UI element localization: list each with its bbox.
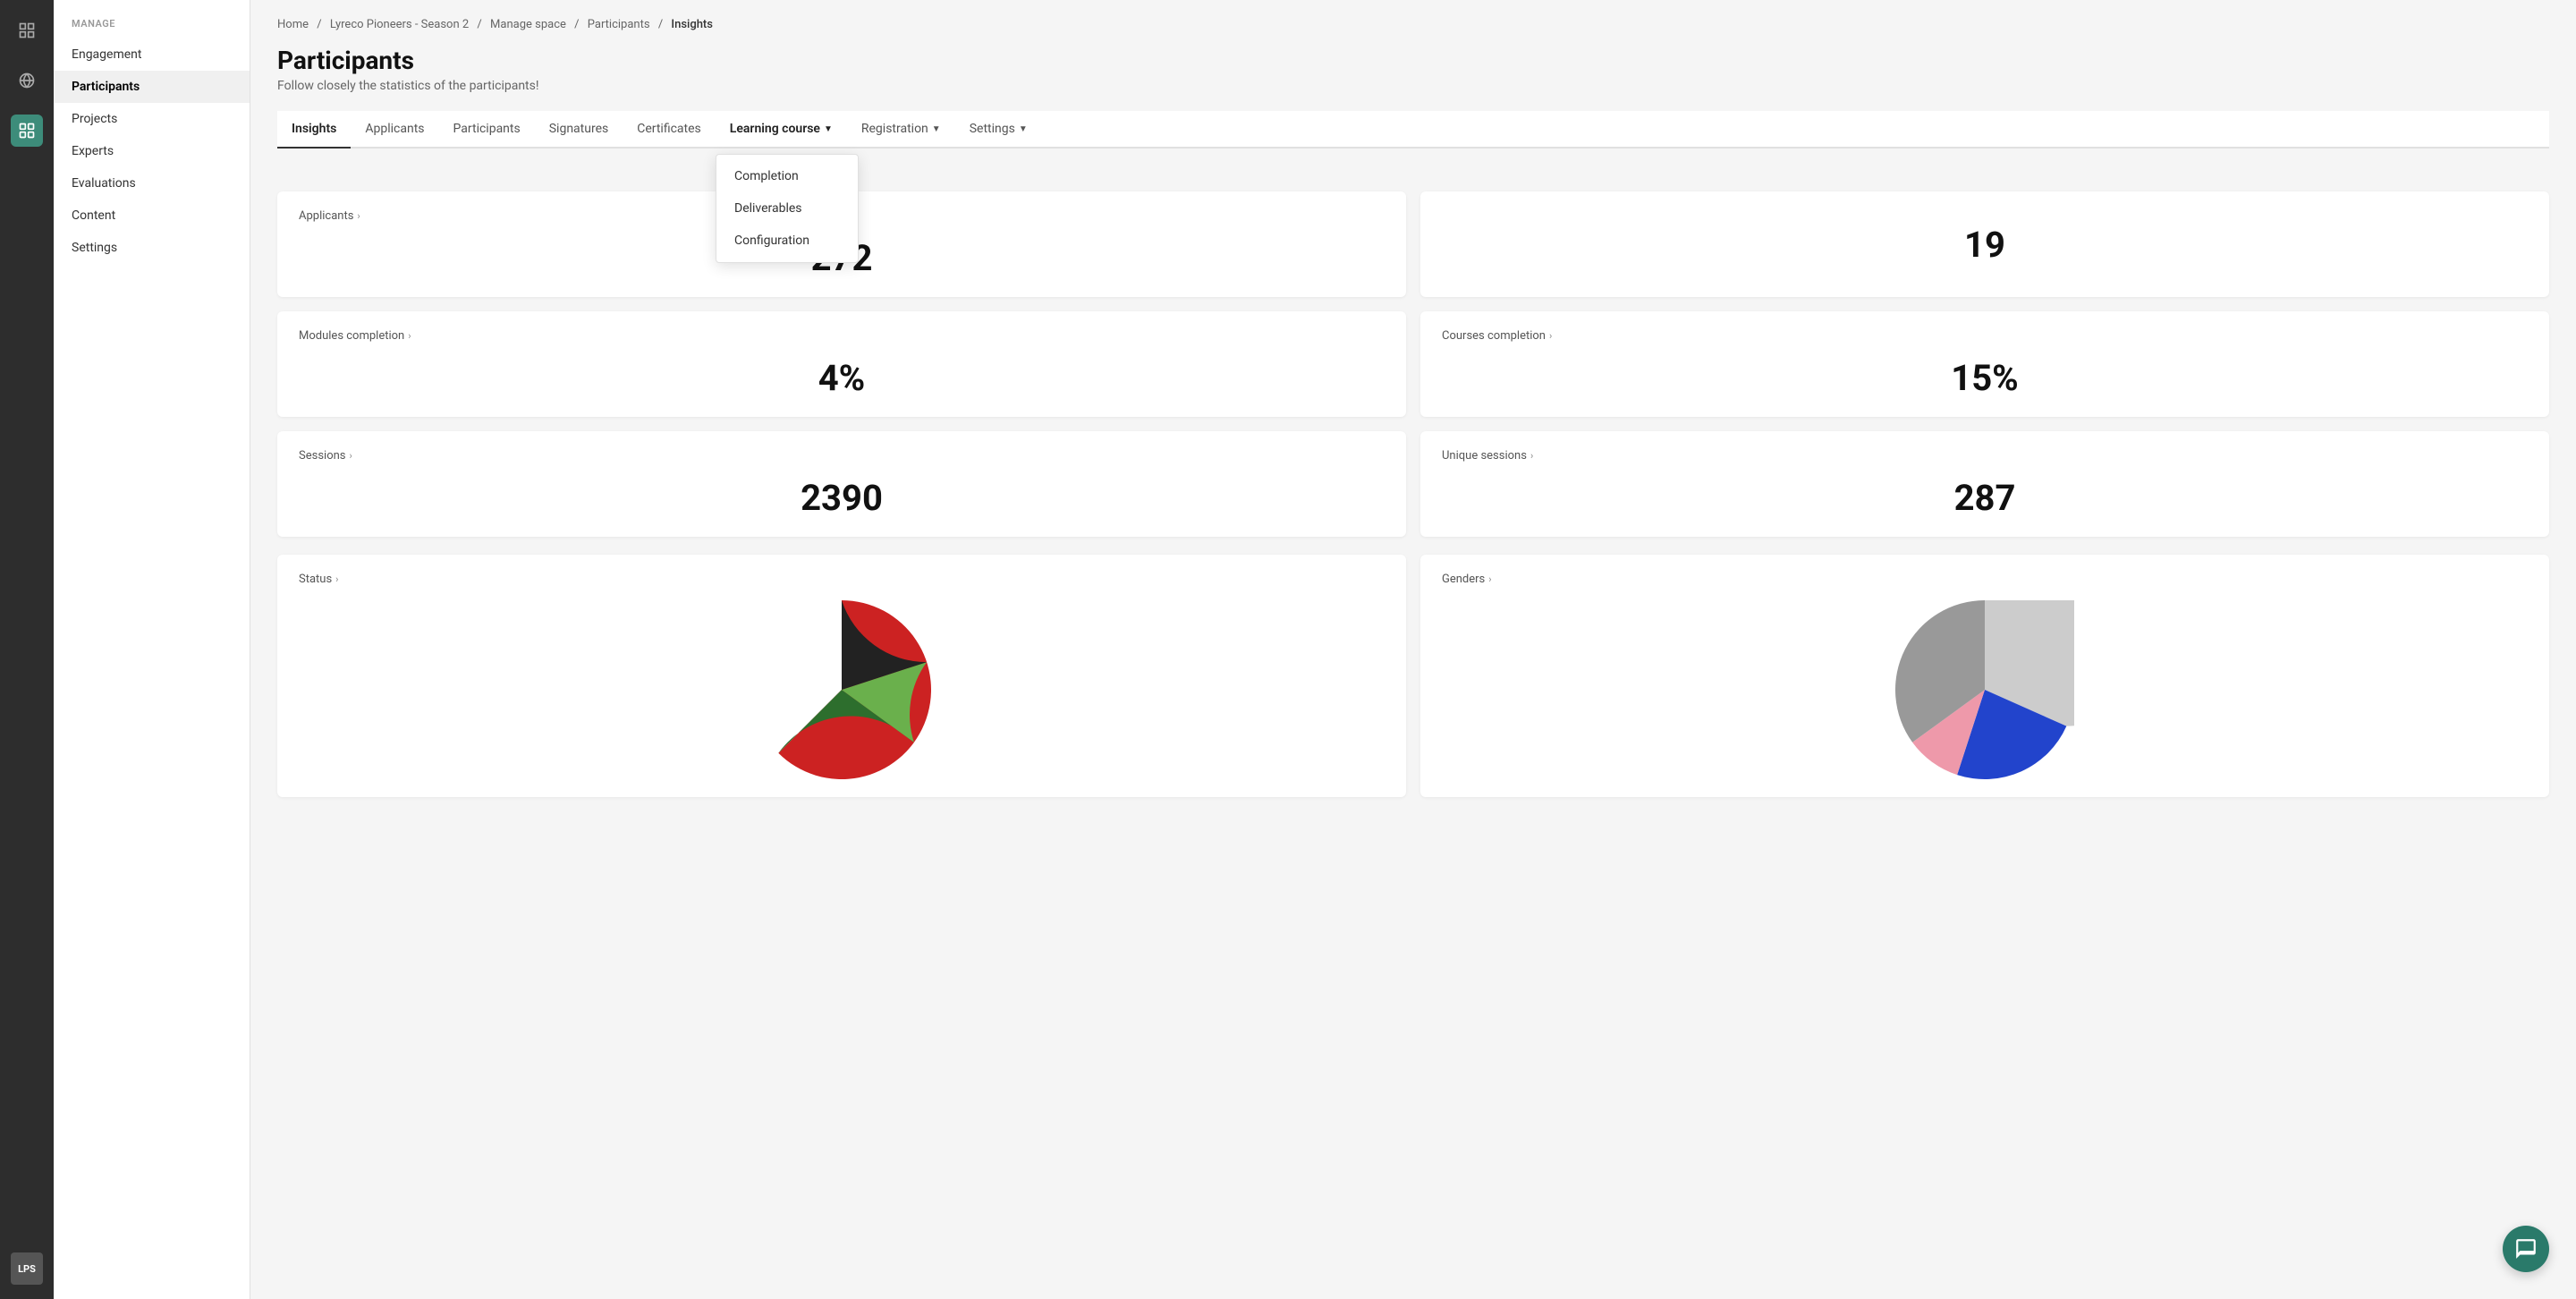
chevron-right-icon: ›	[408, 330, 411, 342]
sidebar-item-participants[interactable]: Participants	[54, 71, 250, 103]
menu-item-configuration[interactable]: Configuration	[716, 225, 858, 257]
stat-card-sessions: Sessions › 2390	[277, 431, 1406, 537]
stat-card-unique-sessions: Unique sessions › 287	[1420, 431, 2549, 537]
chevron-right-icon: ›	[1530, 450, 1533, 462]
chevron-down-icon: ▼	[824, 124, 833, 134]
user-avatar[interactable]: LPS	[11, 1252, 43, 1285]
chevron-right-icon: ›	[1488, 573, 1491, 585]
chart-label-genders[interactable]: Genders ›	[1442, 573, 2528, 586]
sidebar-item-experts[interactable]: Experts	[54, 135, 250, 167]
chart-card-genders: Genders ›	[1420, 555, 2549, 797]
manage-section-label: MANAGE	[54, 18, 250, 38]
sidebar-item-engagement[interactable]: Engagement	[54, 38, 250, 71]
stat-label-courses[interactable]: Courses completion ›	[1442, 329, 2528, 343]
tab-learning-course[interactable]: Learning course ▼	[716, 111, 847, 147]
stat-card-courses-completion: Courses completion › 15%	[1420, 311, 2549, 417]
breadcrumb-participants[interactable]: Participants	[588, 18, 650, 31]
tab-applicants[interactable]: Applicants	[351, 111, 438, 147]
breadcrumb-program[interactable]: Lyreco Pioneers - Season 2	[330, 18, 469, 31]
sidebar-item-projects[interactable]: Projects	[54, 103, 250, 135]
breadcrumb-insights: Insights	[671, 18, 713, 31]
learning-course-dropdown: Completion Deliverables Configuration	[716, 154, 859, 263]
tab-signatures[interactable]: Signatures	[535, 111, 623, 147]
status-pie-chart	[299, 600, 1385, 779]
tab-settings[interactable]: Settings ▼	[955, 111, 1042, 147]
chart-label-status[interactable]: Status ›	[299, 573, 1385, 586]
breadcrumb: Home / Lyreco Pioneers - Season 2 / Mana…	[277, 18, 2549, 31]
chevron-down-icon: ▼	[932, 124, 941, 134]
main-content: Home / Lyreco Pioneers - Season 2 / Mana…	[250, 0, 2576, 1299]
page-title: Participants	[277, 46, 2549, 75]
stat-card-19: 19	[1420, 191, 2549, 297]
stat-value-unique-sessions: 287	[1442, 477, 2528, 519]
genders-pie-chart	[1442, 600, 2528, 779]
tab-certificates[interactable]: Certificates	[623, 111, 716, 147]
stat-value-courses: 15%	[1442, 357, 2528, 399]
sidebar-item-content[interactable]: Content	[54, 200, 250, 232]
breadcrumb-home[interactable]: Home	[277, 18, 309, 31]
stat-label-unique-sessions[interactable]: Unique sessions ›	[1442, 449, 2528, 463]
chevron-down-icon: ▼	[1019, 124, 1028, 134]
stat-label-modules[interactable]: Modules completion ›	[299, 329, 1385, 343]
tab-bar: Insights Applicants Participants Signatu…	[277, 111, 2549, 149]
chevron-right-icon: ›	[357, 210, 360, 222]
sidebar: MANAGE Engagement Participants Projects …	[54, 0, 250, 1299]
menu-item-deliverables[interactable]: Deliverables	[716, 192, 858, 225]
stats-grid: Applicants › 272 19 Modules completion ›…	[277, 191, 2549, 537]
stat-value-sessions: 2390	[299, 477, 1385, 519]
sidebar-item-settings[interactable]: Settings	[54, 232, 250, 264]
menu-item-completion[interactable]: Completion	[716, 160, 858, 192]
chevron-right-icon: ›	[335, 573, 338, 585]
chevron-right-icon: ›	[1549, 330, 1552, 342]
globe-icon[interactable]	[11, 64, 43, 97]
stat-value-19: 19	[1442, 224, 2528, 266]
tab-registration[interactable]: Registration ▼	[847, 111, 955, 147]
stat-value-modules: 4%	[299, 357, 1385, 399]
chat-button[interactable]	[2503, 1226, 2549, 1272]
stat-card-modules-completion: Modules completion › 4%	[277, 311, 1406, 417]
chart-card-status: Status ›	[277, 555, 1406, 797]
chart-icon[interactable]	[11, 115, 43, 147]
tab-participants[interactable]: Participants	[439, 111, 535, 147]
chevron-right-icon: ›	[350, 450, 352, 462]
page-subtitle: Follow closely the statistics of the par…	[277, 79, 2549, 93]
stat-label-sessions[interactable]: Sessions ›	[299, 449, 1385, 463]
breadcrumb-manage[interactable]: Manage space	[490, 18, 566, 31]
sidebar-item-evaluations[interactable]: Evaluations	[54, 167, 250, 200]
tab-insights[interactable]: Insights	[277, 111, 351, 147]
icon-bar: LPS	[0, 0, 54, 1299]
charts-row: Status ›	[277, 555, 2549, 797]
grid-icon[interactable]	[11, 14, 43, 47]
